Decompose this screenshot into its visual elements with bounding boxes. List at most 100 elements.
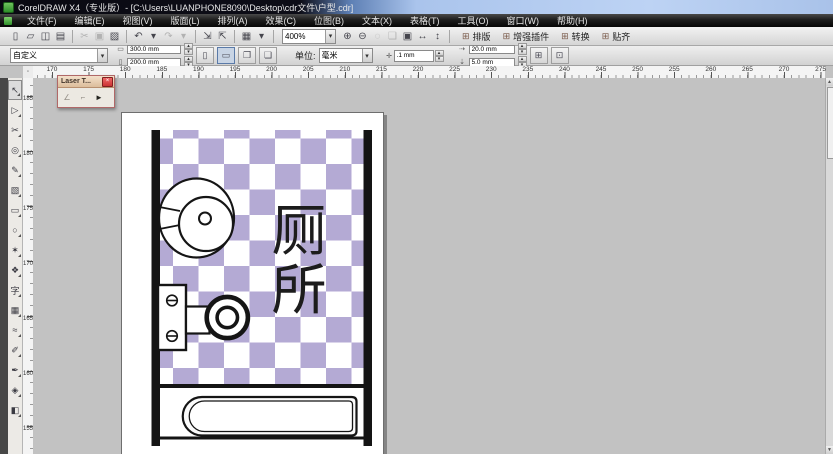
zoom-page-width-icon[interactable]: ↔: [415, 29, 430, 44]
title-bar[interactable]: CorelDRAW X4（专业版）- [C:\Users\LUANPHONE80…: [0, 0, 833, 14]
chevron-down-icon[interactable]: ▾: [325, 30, 335, 43]
redo-caret-icon[interactable]: ▾: [176, 29, 191, 44]
cut-icon[interactable]: ✂: [77, 29, 92, 44]
separator[interactable]: [195, 30, 196, 43]
snap-to-objects-button[interactable]: ⊡: [551, 47, 569, 64]
drawing-canvas[interactable]: 厕 所: [122, 113, 383, 454]
document-icon[interactable]: [4, 17, 12, 25]
basic-shapes-tool[interactable]: ❖: [8, 260, 22, 280]
scrollbar-thumb[interactable]: [827, 87, 833, 159]
freehand-tool[interactable]: ✎: [8, 160, 22, 180]
separator[interactable]: [273, 30, 274, 43]
shape-tool[interactable]: ▷: [8, 100, 22, 120]
page-preset-input[interactable]: [11, 51, 97, 60]
room-label-char-1[interactable]: 厕: [271, 199, 326, 263]
polygon-tool[interactable]: ✶: [8, 240, 22, 260]
room-wall-divider[interactable]: [152, 384, 373, 388]
smart-fill-tool[interactable]: ▧: [8, 180, 22, 200]
scroll-down-icon[interactable]: ▼: [826, 446, 833, 454]
print-icon[interactable]: ▤: [53, 29, 68, 44]
zoom-level-combo[interactable]: ▾: [282, 29, 336, 44]
import-icon[interactable]: ⇲: [200, 29, 215, 44]
menu-item[interactable]: 工具(O): [449, 14, 498, 27]
app-icon[interactable]: [3, 2, 14, 13]
menu-item[interactable]: 版面(L): [162, 14, 209, 27]
vertical-scrollbar[interactable]: ▲ ▼: [825, 78, 833, 454]
chevron-down-icon[interactable]: ▾: [97, 49, 107, 62]
zoom-page-icon[interactable]: ▣: [400, 29, 415, 44]
rectangle-tool[interactable]: ▭: [8, 200, 22, 220]
portrait-button[interactable]: ▯: [196, 47, 214, 64]
redo-icon[interactable]: ↷: [161, 29, 176, 44]
open-icon[interactable]: ▱: [23, 29, 38, 44]
undo-icon[interactable]: ↶: [131, 29, 146, 44]
separator[interactable]: [449, 30, 450, 43]
zoom-page-height-icon[interactable]: ↕: [430, 29, 445, 44]
pick-tool[interactable]: ↖: [8, 80, 22, 100]
nudge-input[interactable]: [394, 50, 434, 62]
plugin-enhance-button[interactable]: ⊞ 增强插件: [503, 30, 550, 43]
ellipse-tool[interactable]: ○: [8, 220, 22, 240]
zoom-in-icon[interactable]: ⊕: [340, 29, 355, 44]
room-label-char-2[interactable]: 所: [271, 258, 326, 322]
plugin-convert-button[interactable]: ⊞ 转换: [561, 30, 590, 43]
menu-item[interactable]: 帮助(H): [548, 14, 597, 27]
menu-item[interactable]: 表格(T): [401, 14, 449, 27]
undo-caret-icon[interactable]: ▾: [146, 29, 161, 44]
stepper-down-icon[interactable]: ▾: [435, 56, 444, 62]
bathtub-object[interactable]: [183, 397, 357, 436]
text-tool[interactable]: 字: [8, 280, 22, 300]
current-page-button[interactable]: ❏: [259, 47, 277, 64]
outline-pen-tool[interactable]: ✒: [8, 360, 22, 380]
room-wall-right[interactable]: [364, 130, 373, 446]
units-input[interactable]: [320, 51, 362, 60]
eyedropper-tool[interactable]: ✐: [8, 340, 22, 360]
separator[interactable]: [72, 30, 73, 43]
laser-toolbar[interactable]: Laser T... × ∠⌐►: [57, 75, 115, 108]
app-launcher-icon[interactable]: ▦: [239, 29, 254, 44]
stepper-down-icon[interactable]: ▾: [184, 49, 193, 55]
zoom-level-input[interactable]: [283, 32, 325, 41]
snap-to-grid-button[interactable]: ⊞: [530, 47, 548, 64]
sink-drain[interactable]: [199, 213, 211, 225]
separator[interactable]: [234, 30, 235, 43]
blend-tool[interactable]: ≈: [8, 320, 22, 340]
zoom-selected-icon[interactable]: ◌: [370, 29, 385, 44]
paste-icon[interactable]: ▨: [107, 29, 122, 44]
page-preset-combo[interactable]: ▾: [10, 48, 108, 63]
plugin-paiban-button[interactable]: ⊞ 排版: [462, 30, 491, 43]
laser-corner-tool[interactable]: ⌐: [76, 91, 90, 105]
landscape-button[interactable]: ▭: [217, 47, 235, 64]
menu-item[interactable]: 文本(X): [353, 14, 401, 27]
menu-item[interactable]: 窗口(W): [498, 14, 549, 27]
plugin-snap-button[interactable]: ⊞ 贴齐: [602, 30, 631, 43]
stepper-down-icon[interactable]: ▾: [518, 49, 527, 55]
menu-item[interactable]: 编辑(E): [66, 14, 114, 27]
menu-item[interactable]: 文件(F): [18, 14, 66, 27]
save-icon[interactable]: ◫: [38, 29, 53, 44]
interactive-fill-tool[interactable]: ◧: [8, 400, 22, 420]
zoom-out-icon[interactable]: ⊖: [355, 29, 370, 44]
menu-item[interactable]: 效果(C): [257, 14, 306, 27]
room-wall-bottom[interactable]: [152, 437, 373, 440]
zoom-all-objects-icon[interactable]: ❏: [385, 29, 400, 44]
menu-item[interactable]: 位图(B): [305, 14, 353, 27]
scroll-up-icon[interactable]: ▲: [826, 78, 833, 86]
sink-object[interactable]: [159, 179, 234, 258]
page[interactable]: 厕 所: [121, 112, 384, 454]
separator[interactable]: [126, 30, 127, 43]
table-tool[interactable]: ▦: [8, 300, 22, 320]
menu-item[interactable]: 视图(V): [114, 14, 162, 27]
laser-toolbar-titlebar[interactable]: Laser T... ×: [58, 76, 114, 88]
crop-tool[interactable]: ✂: [8, 120, 22, 140]
chevron-down-icon[interactable]: ▾: [362, 49, 372, 62]
laser-arrow-tool[interactable]: ►: [92, 91, 106, 105]
menu-item[interactable]: 排列(A): [209, 14, 257, 27]
units-combo[interactable]: ▾: [319, 48, 373, 63]
duplicate-x-input[interactable]: [469, 45, 515, 54]
room-label[interactable]: 厕 所: [271, 199, 326, 322]
page-width-input[interactable]: [127, 45, 181, 54]
close-icon[interactable]: ×: [102, 77, 113, 87]
launcher-caret-icon[interactable]: ▾: [254, 29, 269, 44]
laser-angle-tool[interactable]: ∠: [60, 91, 74, 105]
